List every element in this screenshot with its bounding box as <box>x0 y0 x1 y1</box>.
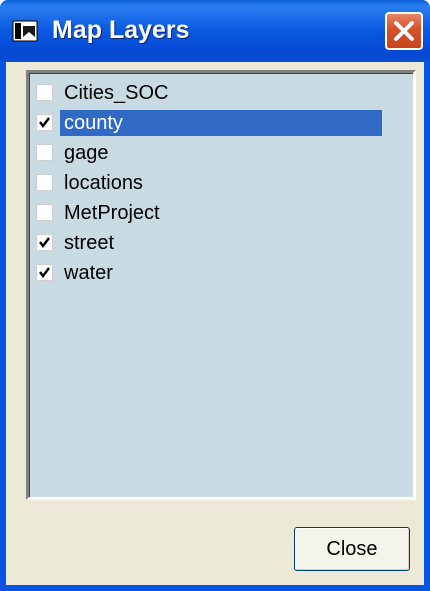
checkmark-icon <box>39 117 50 128</box>
layer-checkbox[interactable] <box>36 144 53 161</box>
layer-checkbox[interactable] <box>36 84 53 101</box>
layer-item[interactable]: locations <box>32 169 410 197</box>
layer-checkbox[interactable] <box>36 114 53 131</box>
layer-item[interactable]: Cities_SOC <box>32 79 410 107</box>
checkmark-icon <box>39 267 50 278</box>
layer-item[interactable]: gage <box>32 139 410 167</box>
title-bar[interactable]: Map Layers <box>0 0 430 62</box>
close-button[interactable]: Close <box>294 527 410 571</box>
map-layers-window: Map Layers Cities_SOCcounty gage locations… <box>0 0 430 591</box>
layer-checkbox[interactable] <box>36 234 53 251</box>
layer-item[interactable]: MetProject <box>32 199 410 227</box>
layer-label: county <box>60 110 382 136</box>
layer-checkbox[interactable] <box>36 204 53 221</box>
checkmark-icon <box>39 237 50 248</box>
window-title: Map Layers <box>52 16 190 44</box>
layer-item[interactable]: street <box>32 229 410 257</box>
layers-list[interactable]: Cities_SOCcounty gage locations MetProject s… <box>26 70 416 500</box>
map-window-icon <box>12 20 38 42</box>
layer-item[interactable]: county <box>32 109 410 137</box>
layer-checkbox[interactable] <box>36 264 53 281</box>
layer-label: water <box>64 262 113 284</box>
layer-checkbox[interactable] <box>36 174 53 191</box>
layer-item[interactable]: water <box>32 259 410 287</box>
layer-label: gage <box>64 142 109 164</box>
layer-label: Cities_SOC <box>64 82 169 104</box>
close-icon[interactable] <box>385 12 423 50</box>
layer-label: locations <box>64 172 143 194</box>
layer-label: street <box>64 232 115 254</box>
dialog-body: Cities_SOCcounty gage locations MetProject s… <box>6 62 424 585</box>
layer-label: MetProject <box>64 202 160 224</box>
